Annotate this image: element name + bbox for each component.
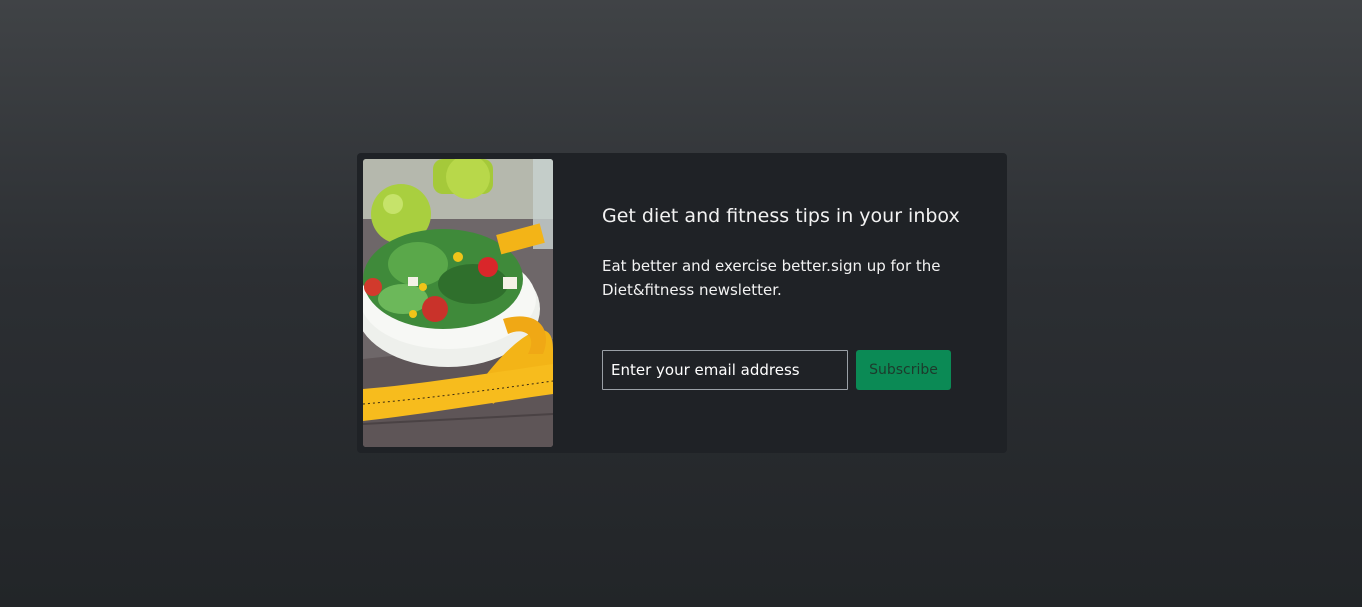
newsletter-description: Eat better and exercise better.sign up f… bbox=[602, 257, 941, 299]
newsletter-card: Get diet and fitness tips in your inbox … bbox=[357, 153, 1007, 453]
salad-photo bbox=[363, 159, 553, 447]
email-input[interactable] bbox=[602, 350, 848, 390]
newsletter-content: Get diet and fitness tips in your inbox … bbox=[602, 153, 982, 453]
newsletter-title: Get diet and fitness tips in your inbox bbox=[602, 205, 960, 227]
subscribe-button[interactable]: Subscribe bbox=[856, 350, 951, 390]
